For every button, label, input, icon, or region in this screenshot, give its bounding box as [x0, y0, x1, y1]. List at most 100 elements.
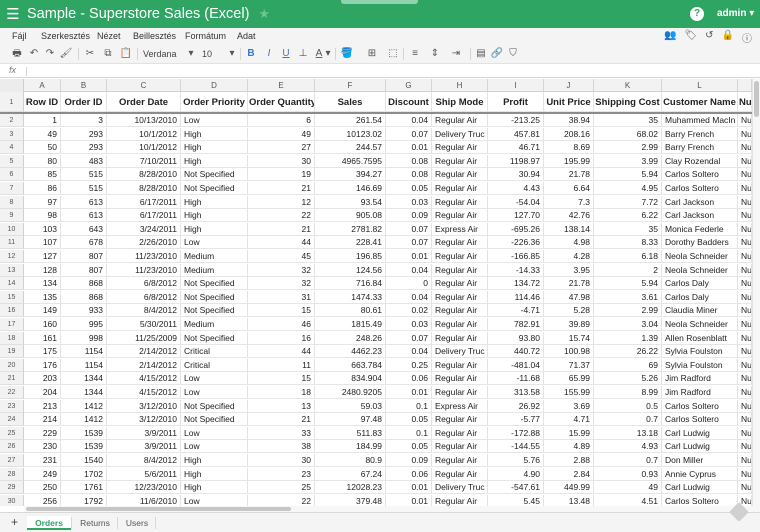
cell-discount[interactable]: 0.01	[386, 141, 432, 155]
column-title-order-priority[interactable]: Order Priority	[181, 92, 248, 112]
cell-discount[interactable]: 0.05	[386, 440, 432, 454]
column-title-order-id[interactable]: Order ID	[61, 92, 107, 112]
cell-customer-name[interactable]: Monica Federle	[662, 222, 738, 236]
cell-extra[interactable]: Nu	[738, 386, 752, 399]
cell-order-priority[interactable]: High	[181, 141, 248, 155]
cell-row-id[interactable]: 231	[24, 454, 61, 467]
cell-sales[interactable]: 663.784	[315, 358, 386, 372]
cell-extra[interactable]: Nu	[738, 209, 752, 223]
cell-ship-mode[interactable]: Regular Air	[432, 494, 488, 506]
cell-order-id[interactable]: 643	[61, 222, 107, 236]
menu-icon[interactable]: ☰	[0, 0, 26, 28]
row-number[interactable]: 13	[0, 263, 24, 277]
cell-order-date[interactable]: 6/8/2012	[107, 277, 181, 291]
cell-ship-mode[interactable]: Delivery Truc	[432, 481, 488, 495]
cell-order-date[interactable]: 8/28/2010	[107, 168, 181, 182]
cell-profit[interactable]: -166.85	[488, 250, 544, 263]
cell-customer-name[interactable]: Carl Jackson	[662, 209, 738, 223]
column-title-shipping-cost[interactable]: Shipping Cost	[594, 92, 662, 112]
row-number[interactable]: 7	[0, 182, 24, 195]
cell-ship-mode[interactable]: Regular Air	[432, 386, 488, 399]
cell-ship-mode[interactable]: Regular Air	[432, 168, 488, 182]
cell-shipping-cost[interactable]: 13.18	[594, 426, 662, 440]
cell-ship-mode[interactable]: Regular Air	[432, 413, 488, 427]
cell-customer-name[interactable]: Don Miller	[662, 454, 738, 467]
cell-extra[interactable]: Nu	[738, 182, 752, 195]
row-number[interactable]: 28	[0, 467, 24, 481]
cell-order-priority[interactable]: Low	[181, 440, 248, 454]
cell-extra[interactable]: Nu	[738, 426, 752, 440]
cell-order-priority[interactable]: Medium	[181, 250, 248, 263]
cell-customer-name[interactable]: Neola Schneider	[662, 318, 738, 331]
cell-discount[interactable]: 0.05	[386, 413, 432, 427]
cell-profit[interactable]: 457.81	[488, 127, 544, 141]
cell-shipping-cost[interactable]: 6.18	[594, 250, 662, 263]
cell-ship-mode[interactable]: Regular Air	[432, 467, 488, 481]
cell-order-quantity[interactable]: 45	[248, 250, 315, 263]
cell-unit-price[interactable]: 15.99	[544, 426, 594, 440]
cell-order-quantity[interactable]: 33	[248, 426, 315, 440]
row-number[interactable]: 2	[0, 114, 24, 127]
cell-order-quantity[interactable]: 13	[248, 399, 315, 413]
cell-order-id[interactable]: 3	[61, 114, 107, 127]
cell-unit-price[interactable]: 208.16	[544, 127, 594, 141]
cell-profit[interactable]: -54.04	[488, 195, 544, 209]
column-title-customer-name[interactable]: Customer Name	[662, 92, 738, 112]
cell-shipping-cost[interactable]: 3.61	[594, 290, 662, 304]
cell-row-id[interactable]: 176	[24, 358, 61, 372]
cell-ship-mode[interactable]: Regular Air	[432, 263, 488, 277]
cell-sales[interactable]: 261.54	[315, 114, 386, 127]
cell-profit[interactable]: 782.91	[488, 318, 544, 331]
undo-icon[interactable]: ↶	[27, 47, 41, 61]
menu-data[interactable]: Adat	[237, 31, 256, 41]
tab-orders[interactable]: Orders	[27, 516, 71, 530]
cell-order-id[interactable]: 1792	[61, 494, 107, 506]
column-title-extra[interactable]: Nu	[738, 92, 752, 112]
cell-order-id[interactable]: 613	[61, 209, 107, 223]
row-number[interactable]: 26	[0, 440, 24, 454]
cell-row-id[interactable]: 230	[24, 440, 61, 454]
cell-order-date[interactable]: 2/26/2010	[107, 236, 181, 250]
cell-order-priority[interactable]: Not Specified	[181, 182, 248, 195]
cell-profit[interactable]: 26.92	[488, 399, 544, 413]
cell-unit-price[interactable]: 2.88	[544, 454, 594, 467]
row-number[interactable]: 6	[0, 168, 24, 182]
cell-ship-mode[interactable]: Regular Air	[432, 318, 488, 331]
cell-order-id[interactable]: 807	[61, 263, 107, 277]
cell-order-date[interactable]: 12/23/2010	[107, 481, 181, 495]
cell-sales[interactable]: 2480.9205	[315, 386, 386, 399]
cell-order-quantity[interactable]: 11	[248, 358, 315, 372]
cell-order-quantity[interactable]: 22	[248, 494, 315, 506]
column-header-g[interactable]: G	[386, 79, 432, 92]
italic-button[interactable]: I	[263, 47, 275, 61]
cell-sales[interactable]: 394.27	[315, 168, 386, 182]
cell-customer-name[interactable]: Neola Schneider	[662, 263, 738, 277]
scrollbar-thumb[interactable]	[754, 81, 759, 117]
cell-discount[interactable]: 0.03	[386, 318, 432, 331]
select-all-corner[interactable]	[0, 79, 24, 92]
cell-unit-price[interactable]: 100.98	[544, 345, 594, 359]
cell-order-date[interactable]: 10/1/2012	[107, 127, 181, 141]
cell-shipping-cost[interactable]: 2	[594, 263, 662, 277]
cell-profit[interactable]: 5.76	[488, 454, 544, 467]
cell-extra[interactable]: Nu	[738, 358, 752, 372]
cell-order-date[interactable]: 8/4/2012	[107, 304, 181, 318]
cell-profit[interactable]: 313.58	[488, 386, 544, 399]
cell-order-quantity[interactable]: 31	[248, 290, 315, 304]
cell-discount[interactable]: 0.09	[386, 454, 432, 467]
cell-sales[interactable]: 4965.7595	[315, 154, 386, 168]
cell-ship-mode[interactable]: Regular Air	[432, 114, 488, 127]
cell-profit[interactable]: -695.26	[488, 222, 544, 236]
tab-users[interactable]: Users	[119, 516, 155, 530]
cell-order-id[interactable]: 1702	[61, 467, 107, 481]
sheet-grid[interactable]: 1 Row ID Order ID Order Date Order Priority O…	[0, 92, 752, 506]
cell-shipping-cost[interactable]: 3.04	[594, 318, 662, 331]
row-number[interactable]: 20	[0, 358, 24, 372]
cell-shipping-cost[interactable]: 2.99	[594, 304, 662, 318]
formula-input[interactable]	[32, 65, 732, 78]
cell-profit[interactable]: -14.33	[488, 263, 544, 277]
cell-order-quantity[interactable]: 30	[248, 154, 315, 168]
cell-order-quantity[interactable]: 12	[248, 195, 315, 209]
cell-order-priority[interactable]: Critical	[181, 358, 248, 372]
cell-profit[interactable]: -213.25	[488, 114, 544, 127]
